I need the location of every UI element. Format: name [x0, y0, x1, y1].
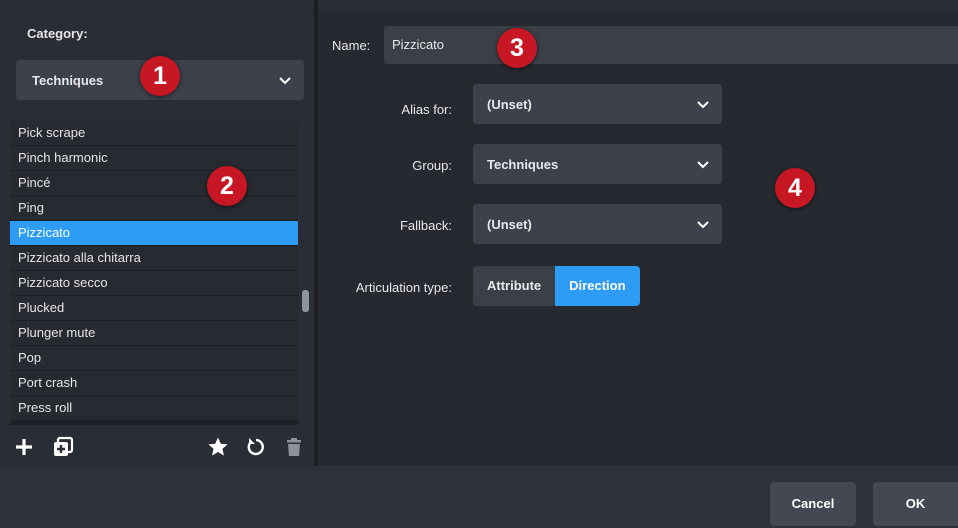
- callout-badge-4: 4: [775, 168, 815, 208]
- list-scrollbar[interactable]: [302, 290, 309, 312]
- trash-icon[interactable]: [283, 436, 305, 458]
- cancel-button[interactable]: Cancel: [770, 482, 856, 526]
- list-toolbar: [0, 427, 314, 466]
- list-item[interactable]: Ping: [10, 196, 298, 220]
- editor-panel: Name: Pizzicato Alias for: (Unset) Group…: [318, 12, 958, 466]
- name-label: Name:: [332, 38, 371, 53]
- group-dropdown[interactable]: Techniques: [473, 144, 722, 184]
- list-item[interactable]: Pop: [10, 346, 298, 370]
- alias-dropdown[interactable]: (Unset): [473, 84, 722, 124]
- ok-button[interactable]: OK: [873, 482, 958, 526]
- duplicate-icon[interactable]: [52, 436, 74, 458]
- callout-badge-3: 3: [497, 28, 537, 68]
- list-item[interactable]: Pick scrape: [10, 121, 298, 145]
- callout-badge-2: 2: [207, 166, 247, 206]
- chevron-down-icon: [279, 77, 291, 85]
- star-icon[interactable]: [207, 436, 229, 458]
- category-label: Category:: [27, 26, 88, 41]
- list-item[interactable]: Pizzicato secco: [10, 271, 298, 295]
- plus-icon[interactable]: [13, 436, 35, 458]
- list-item[interactable]: Port crash: [10, 371, 298, 395]
- name-field[interactable]: Pizzicato: [384, 26, 958, 64]
- list-item[interactable]: Pinch harmonic: [10, 146, 298, 170]
- alias-label: Alias for:: [401, 102, 452, 117]
- list-item[interactable]: Plucked: [10, 296, 298, 320]
- reset-icon[interactable]: [244, 436, 266, 458]
- articulation-type-toggle: Attribute Direction: [473, 266, 640, 306]
- list-item[interactable]: Pincé: [10, 171, 298, 195]
- group-label: Group:: [412, 158, 452, 173]
- list-item[interactable]: Plunger mute: [10, 321, 298, 345]
- group-dropdown-value: Techniques: [487, 156, 559, 172]
- techniques-list[interactable]: Pick scrape Pinch harmonic Pincé Ping Pizzic…: [10, 121, 298, 425]
- articulation-type-label: Articulation type:: [355, 280, 452, 295]
- chevron-down-icon: [697, 221, 709, 229]
- list-item[interactable]: Press roll: [10, 396, 298, 420]
- dialog-footer: Cancel OK: [0, 466, 958, 528]
- chevron-down-icon: [697, 101, 709, 109]
- alias-dropdown-value: (Unset): [487, 96, 532, 112]
- category-dropdown-value: Techniques: [32, 72, 104, 88]
- fallback-dropdown[interactable]: (Unset): [473, 204, 722, 244]
- callout-badge-1: 1: [140, 56, 180, 96]
- list-item[interactable]: Pizzicato: [10, 221, 298, 245]
- list-item[interactable]: Pizzicato alla chitarra: [10, 246, 298, 270]
- attribute-button[interactable]: Attribute: [473, 266, 556, 306]
- chevron-down-icon: [697, 161, 709, 169]
- fallback-dropdown-value: (Unset): [487, 216, 532, 232]
- direction-button[interactable]: Direction: [555, 266, 640, 306]
- fallback-label: Fallback:: [399, 218, 452, 233]
